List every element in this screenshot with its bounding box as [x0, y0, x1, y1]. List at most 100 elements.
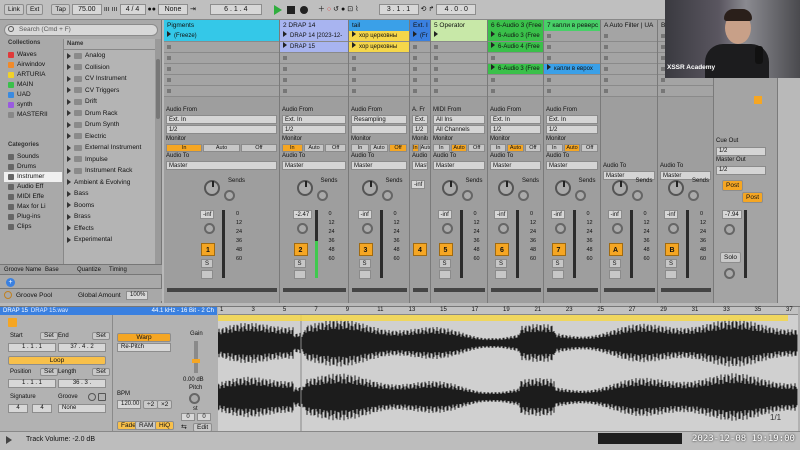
ext-sync-button[interactable]: Ext: [25, 4, 44, 15]
waveform-display[interactable]: [217, 315, 798, 432]
empty-clip-slot[interactable]: [280, 64, 348, 75]
monitor-auto-button[interactable]: Auto: [303, 144, 325, 152]
send-a-knob[interactable]: [204, 180, 220, 196]
groove-select[interactable]: None: [58, 404, 106, 413]
expand-icon[interactable]: [67, 213, 71, 220]
volume-value[interactable]: -2.47: [292, 210, 313, 219]
volume-value[interactable]: -inf: [550, 210, 565, 219]
send-a-knob[interactable]: [498, 180, 514, 196]
browser-item[interactable]: Effects: [64, 223, 155, 235]
clip-slot[interactable]: хор церковны: [349, 31, 409, 42]
empty-clip-slot[interactable]: [601, 86, 657, 97]
category-item[interactable]: Max for Li: [4, 202, 62, 212]
clip-stop-icon[interactable]: [547, 56, 551, 60]
volume-value[interactable]: -inf: [494, 210, 509, 219]
collection-item[interactable]: synth: [4, 100, 62, 110]
empty-clip-slot[interactable]: [410, 42, 430, 53]
empty-clip-slot[interactable]: [431, 53, 487, 64]
monitor-in-button[interactable]: In: [166, 144, 203, 152]
browser-item[interactable]: Impulse: [64, 154, 155, 166]
pan-knob[interactable]: [296, 223, 308, 234]
clip-stop-icon[interactable]: [167, 89, 171, 93]
send-b-knob[interactable]: [461, 190, 473, 201]
collection-item[interactable]: Airwindov: [4, 60, 62, 70]
empty-clip-slot[interactable]: [164, 75, 279, 86]
signature-numerator-field[interactable]: 4: [8, 404, 28, 413]
expand-icon[interactable]: [67, 110, 71, 117]
output-select[interactable]: Master: [351, 161, 407, 170]
solo-button[interactable]: S: [551, 259, 564, 268]
metronome-quantize-select[interactable]: None: [157, 4, 188, 15]
browser-item[interactable]: CV Triggers: [64, 85, 155, 97]
clip-stop-icon[interactable]: [604, 89, 608, 93]
send-b-knob[interactable]: [381, 190, 393, 201]
draw-mode-icon[interactable]: ⌇: [355, 5, 358, 14]
end-set-button[interactable]: Set: [92, 332, 110, 340]
send-a-knob[interactable]: [554, 180, 571, 196]
send-a-knob[interactable]: [611, 180, 628, 196]
clip-stop-icon[interactable]: [352, 78, 356, 82]
groove-pool-icon[interactable]: [4, 291, 12, 299]
browser-item[interactable]: Electric: [64, 131, 155, 143]
monitor-auto-button[interactable]: Auto: [370, 144, 388, 152]
empty-clip-slot[interactable]: [658, 86, 713, 97]
double-tempo-button[interactable]: ×2: [157, 400, 173, 409]
clip-stop-icon[interactable]: [547, 34, 551, 38]
empty-clip-slot[interactable]: [410, 53, 430, 64]
monitor-off-button[interactable]: Off: [468, 144, 486, 152]
expand-icon[interactable]: [67, 202, 71, 209]
mini-arrangement-overview[interactable]: [598, 433, 682, 444]
empty-clip-slot[interactable]: [349, 86, 409, 97]
link-button[interactable]: Link: [4, 4, 24, 15]
empty-clip-slot[interactable]: [601, 53, 657, 64]
clip-play-icon[interactable]: [413, 31, 417, 37]
empty-clip-slot[interactable]: [164, 53, 279, 64]
clip-stop-icon[interactable]: [413, 67, 417, 71]
track-activator-button[interactable]: 5: [438, 243, 453, 256]
expand-icon[interactable]: [67, 225, 71, 232]
clip-stop-icon[interactable]: [491, 89, 495, 93]
clip-stop-icon[interactable]: [413, 56, 417, 60]
loop-switch-icon[interactable]: ⟲: [421, 5, 427, 14]
track-title[interactable]: Pigments: [164, 20, 279, 31]
monitor-auto-button[interactable]: Auto: [507, 144, 524, 152]
track-title[interactable]: 7 капли в реверс: [544, 20, 600, 31]
empty-clip-slot[interactable]: [280, 86, 348, 97]
clip-stop-icon[interactable]: [283, 78, 287, 82]
expand-icon[interactable]: [67, 121, 71, 128]
clip-slot[interactable]: 6-Audio 3 (Free: [488, 64, 543, 75]
follow-icon[interactable]: ⇥: [190, 5, 196, 14]
clip-stop-icon[interactable]: [413, 89, 417, 93]
clip-stop-icon[interactable]: [434, 89, 438, 93]
groove-commit-icon[interactable]: [98, 393, 106, 401]
clip-play-icon[interactable]: [491, 31, 495, 37]
category-item[interactable]: Audio Eff: [4, 182, 62, 192]
empty-clip-slot[interactable]: [544, 53, 600, 64]
end-field[interactable]: 37 . 4 . 2: [58, 343, 106, 352]
halve-tempo-button[interactable]: ÷2: [143, 400, 159, 409]
arm-button[interactable]: [293, 270, 306, 279]
empty-clip-slot[interactable]: [544, 75, 600, 86]
empty-clip-slot[interactable]: [431, 64, 487, 75]
arm-button[interactable]: [495, 270, 507, 279]
clip-slot[interactable]: 6-Audio 4 (Free: [488, 42, 543, 53]
send-a-knob[interactable]: [441, 180, 458, 196]
browser-scrollbar[interactable]: [155, 39, 161, 265]
empty-clip-slot[interactable]: [410, 75, 430, 86]
pitch-knob[interactable]: [189, 393, 200, 404]
session-record-icon[interactable]: ●: [341, 5, 345, 14]
cue-volume-knob[interactable]: [724, 268, 735, 279]
clip-stop-icon[interactable]: [352, 67, 356, 71]
send-b-knob[interactable]: [688, 190, 699, 201]
output-select[interactable]: Master: [282, 161, 346, 170]
expand-icon[interactable]: [67, 156, 71, 163]
clip-stop-icon[interactable]: [167, 67, 171, 71]
volume-value[interactable]: -inf: [357, 210, 372, 219]
clip-slot[interactable]: DRAP 15: [280, 42, 348, 53]
loop-length-field[interactable]: 4 . 0 . 0: [436, 4, 477, 15]
monitor-auto-button[interactable]: Auto: [419, 144, 430, 152]
loop-start-field[interactable]: 3 . 1 . 1: [378, 4, 419, 15]
clip-stop-icon[interactable]: [434, 67, 438, 71]
collection-item[interactable]: ARTURIA: [4, 70, 62, 80]
empty-clip-slot[interactable]: [280, 53, 348, 64]
